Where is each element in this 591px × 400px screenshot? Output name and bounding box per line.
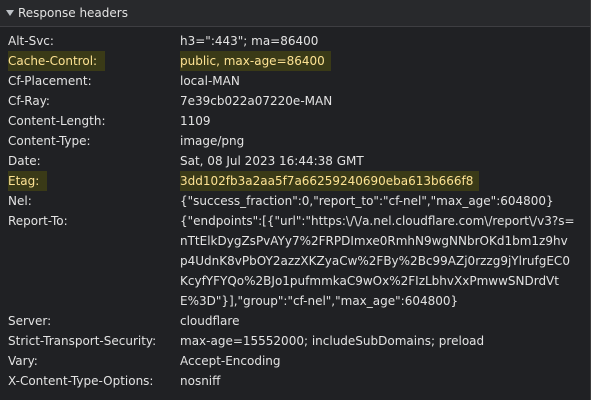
headers-list: Alt-Svc: h3=":443"; ma=86400 Cache-Contr… [0,27,590,391]
header-name: X-Content-Type-Options: [8,374,154,388]
header-value: {"endpoints":[{"url":"https:\/\/a.nel.cl… [180,214,575,308]
header-row-cf-ray: Cf-Ray: 7e39cb022a07220e-MAN [0,91,590,111]
triangle-down-icon[interactable] [6,10,14,16]
header-name: Cf-Ray: [8,94,50,108]
header-value-wrap: public, max-age=86400 [180,51,575,71]
header-name: Content-Type: [8,134,91,148]
header-value-wrap: 3dd102fb3a2aa5f7a66259240690eba613b666f8 [180,171,575,191]
header-row-vary: Vary: Accept-Encoding [0,351,590,371]
header-name-wrap: Etag: [8,171,180,191]
header-name: Nel: [8,194,32,208]
header-name: Strict-Transport-Security: [8,334,157,348]
header-name: Cf-Placement: [8,74,92,88]
header-name: Vary: [8,354,38,368]
header-value: nosniff [180,374,221,388]
header-value: {"success_fraction":0,"report_to":"cf-ne… [180,194,554,208]
header-value: 7e39cb022a07220e-MAN [180,94,333,108]
header-value: 3dd102fb3a2aa5f7a66259240690eba613b666f8 [180,171,480,191]
header-value: local-MAN [180,74,240,88]
header-value: h3=":443"; ma=86400 [180,34,319,48]
header-name: Alt-Svc: [8,34,54,48]
header-name: Report-To: [8,214,68,228]
header-row-date: Date: Sat, 08 Jul 2023 16:44:38 GMT [0,151,590,171]
header-row-cf-placement: Cf-Placement: local-MAN [0,71,590,91]
header-value: max-age=15552000; includeSubDomains; pre… [180,334,485,348]
header-name: Cache-Control: [8,51,106,71]
header-name: Date: [8,154,41,168]
section-title: Response headers [18,6,128,20]
header-row-report-to: Report-To: {"endpoints":[{"url":"https:\… [0,211,590,311]
response-headers-section-header[interactable]: Response headers [0,0,590,27]
header-name: Content-Length: [8,114,106,128]
header-row-content-length: Content-Length: 1109 [0,111,590,131]
header-name-wrap: Cache-Control: [8,51,180,71]
header-row-nel: Nel: {"success_fraction":0,"report_to":"… [0,191,590,211]
header-row-content-type: Content-Type: image/png [0,131,590,151]
header-name: Etag: [8,171,48,191]
header-row-strict-transport-security: Strict-Transport-Security: max-age=15552… [0,331,590,351]
header-row-alt-svc: Alt-Svc: h3=":443"; ma=86400 [0,31,590,51]
response-headers-panel: Response headers Alt-Svc: h3=":443"; ma=… [0,0,591,400]
header-name: Server: [8,314,52,328]
header-row-etag: Etag: 3dd102fb3a2aa5f7a66259240690eba613… [0,171,590,191]
header-value: image/png [180,134,245,148]
header-row-server: Server: cloudflare [0,311,590,331]
header-value: Accept-Encoding [180,354,281,368]
header-row-cache-control: Cache-Control: public, max-age=86400 [0,51,590,71]
header-row-x-content-type-options: X-Content-Type-Options: nosniff [0,371,590,391]
header-value: public, max-age=86400 [180,51,331,71]
header-value: cloudflare [180,314,240,328]
header-value: 1109 [180,114,211,128]
header-value: Sat, 08 Jul 2023 16:44:38 GMT [180,154,364,168]
